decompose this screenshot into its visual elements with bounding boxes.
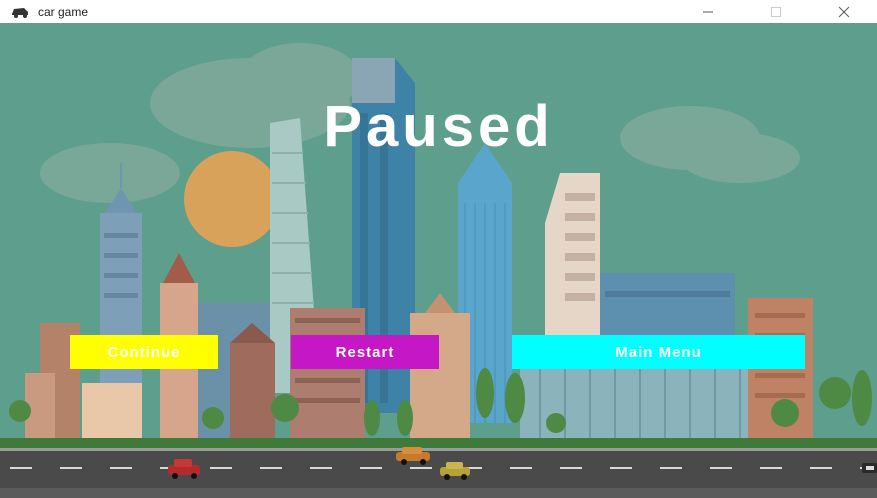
close-icon	[838, 6, 850, 17]
window-title: car game	[38, 4, 89, 19]
minimize-button[interactable]	[685, 0, 731, 23]
restart-button[interactable]: Restart	[291, 335, 439, 369]
close-button[interactable]	[821, 0, 867, 23]
minimize-icon	[703, 11, 713, 12]
maximize-icon	[771, 6, 781, 17]
continue-button[interactable]: Continue	[70, 335, 218, 369]
paused-title: Paused	[323, 94, 554, 159]
sun	[184, 151, 280, 247]
main-menu-button[interactable]: Main Menu	[512, 335, 805, 369]
game-scene: Paused Continue Restart Main Menu	[0, 23, 877, 498]
maximize-button[interactable]	[753, 0, 799, 23]
title-bar: car game	[0, 0, 877, 23]
car-app-icon	[12, 7, 28, 18]
dark-car	[862, 463, 877, 473]
